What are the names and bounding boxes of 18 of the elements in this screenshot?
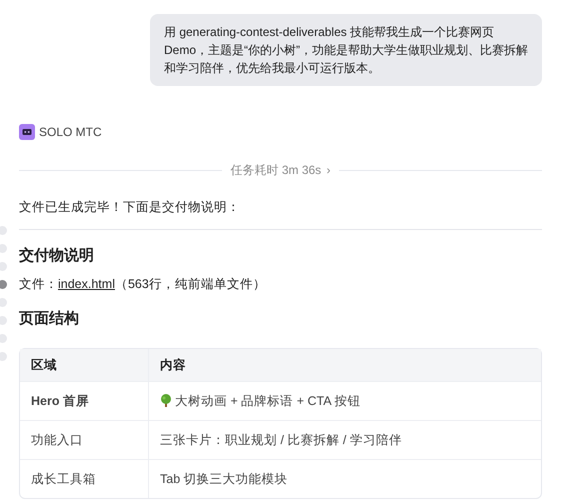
column-header: 区域 xyxy=(20,349,149,381)
table-cell: Hero 首屏 xyxy=(20,381,149,420)
column-header: 内容 xyxy=(149,349,541,381)
user-message: 用 generating-contest-deliverables 技能帮我生成一个比赛网页Demo，主题是“你的小树”，功能是帮助大学生做职业规划、比赛拆解和学习陪伴，优先给我最小可运行版本。 xyxy=(150,14,542,86)
section-heading: 交付物说明 xyxy=(19,246,95,265)
intro-text: 文件已生成完毕！下面是交付物说明： xyxy=(19,199,241,216)
file-link[interactable]: index.html xyxy=(58,277,115,291)
table-cell: 三张卡片：职业规划 / 比赛拆解 / 学习陪伴 xyxy=(149,420,541,459)
bot-icon xyxy=(19,124,35,140)
assistant-name: SOLO MTC xyxy=(39,125,102,139)
table-cell: 功能入口 xyxy=(20,420,149,459)
section-heading: 页面结构 xyxy=(19,309,80,328)
table-cell: Tab 切换三大功能模块 xyxy=(149,459,541,498)
table-cell: 成长工具箱 xyxy=(20,459,149,498)
outline-dot[interactable] xyxy=(0,280,7,289)
table-cell: 大树动画 + 品牌标语 + CTA 按钮 xyxy=(149,381,541,420)
file-description: 文件：index.html（563行，纯前端单文件） xyxy=(19,276,267,293)
tree-icon xyxy=(160,394,172,410)
